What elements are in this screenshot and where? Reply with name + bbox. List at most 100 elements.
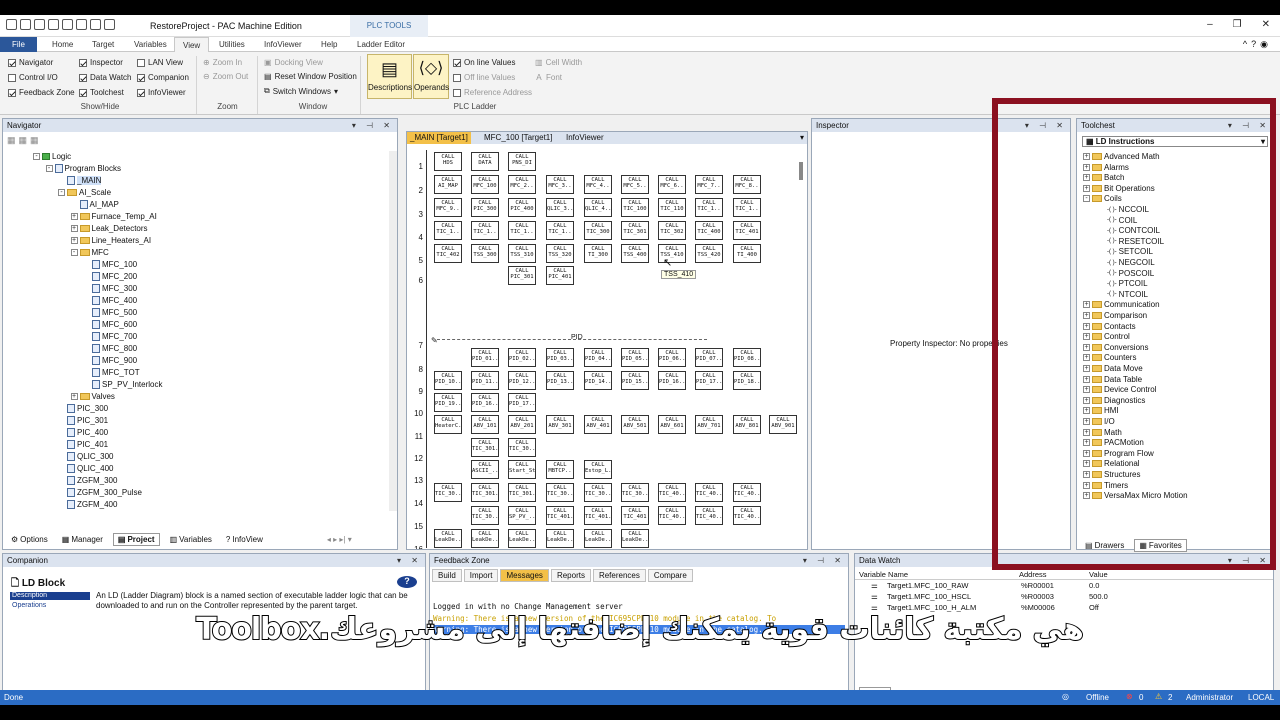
call-block[interactable]: CALL PID_14..: [584, 371, 612, 390]
call-block[interactable]: CALL ABV_901: [769, 415, 797, 434]
tree-item[interactable]: MFC_300: [83, 283, 137, 294]
tab-options[interactable]: ⚙ Options: [7, 533, 52, 546]
call-block[interactable]: CALL LeakDe..: [471, 529, 499, 548]
zoom-out-button[interactable]: ⊖ Zoom Out: [203, 72, 248, 81]
call-block[interactable]: CALL TIC_30..: [434, 483, 462, 502]
call-block[interactable]: CALL ABV_201: [508, 415, 536, 434]
call-block[interactable]: CALL DATA: [471, 152, 499, 171]
call-block[interactable]: CALL TIC_100: [621, 198, 649, 217]
font-button[interactable]: Ａ Font: [535, 72, 562, 83]
tab-help[interactable]: Help: [313, 37, 345, 52]
call-block[interactable]: CALL TIC_1..: [508, 221, 536, 240]
call-block[interactable]: CALL TIC_301..: [471, 483, 499, 502]
call-block[interactable]: CALL MFC_3..: [546, 175, 574, 194]
tree-item[interactable]: MFC_TOT: [83, 367, 140, 378]
call-block[interactable]: CALL TIC_30..: [508, 438, 536, 457]
call-block[interactable]: CALL PID_16..: [471, 393, 499, 412]
tab-messages[interactable]: Messages: [500, 569, 549, 582]
ribbon-help-icons[interactable]: ^?◉: [1243, 39, 1272, 50]
online-values-checkbox[interactable]: On line Values: [453, 58, 515, 67]
infoviewer-checkbox[interactable]: InfoViewer: [137, 88, 186, 97]
call-block[interactable]: CALL LeakDe..: [508, 529, 536, 548]
call-block[interactable]: CALL TIC_400: [695, 221, 723, 240]
call-block[interactable]: CALL TIC_401..: [546, 506, 574, 525]
tab-infoview[interactable]: ? InfoView: [222, 533, 267, 546]
call-block[interactable]: CALL TI_300: [584, 244, 612, 263]
call-block[interactable]: CALL TIC_302: [658, 221, 686, 240]
tree-item[interactable]: PIC_401: [58, 439, 108, 450]
call-block[interactable]: CALL MBTCP..: [546, 460, 574, 479]
call-block[interactable]: CALL ABV_401: [584, 415, 612, 434]
call-block[interactable]: CALL MFC_5..: [621, 175, 649, 194]
call-block[interactable]: CALLStart_St..: [508, 460, 536, 479]
tree-item[interactable]: - Program Blocks: [45, 163, 121, 174]
call-block[interactable]: CALL PID_03..: [546, 348, 574, 367]
tree-item[interactable]: ZGFM_300: [58, 475, 117, 486]
call-block[interactable]: CALL PID_13..: [546, 371, 574, 390]
call-block[interactable]: CALL MFC_7..: [695, 175, 723, 194]
call-block[interactable]: CALL PID_17..: [695, 371, 723, 390]
call-block[interactable]: CALL PID_02..: [508, 348, 536, 367]
call-block[interactable]: CALL PID_08..: [733, 348, 761, 367]
call-block[interactable]: CALL PID_12..: [508, 371, 536, 390]
feedback-message[interactable]: Logged in with no Change Management serv…: [433, 602, 623, 611]
call-block[interactable]: CALL PID_05..: [621, 348, 649, 367]
call-block[interactable]: CALL PID_04..: [584, 348, 612, 367]
call-block[interactable]: CALL ABV_301: [546, 415, 574, 434]
call-block[interactable]: CALL ABV_701: [695, 415, 723, 434]
collapse-icon[interactable]: -: [70, 249, 78, 256]
minimize-icon[interactable]: –: [1207, 19, 1213, 30]
collapse-icon[interactable]: -: [33, 153, 40, 160]
call-block[interactable]: CALL TIC_1..: [733, 198, 761, 217]
tree-item[interactable]: AI_MAP: [71, 199, 119, 210]
call-block[interactable]: CALL Estop_L..: [584, 460, 612, 479]
tree-item[interactable]: PIC_300: [58, 403, 108, 414]
tree-item[interactable]: + Furnace_Temp_AI: [70, 211, 157, 222]
operands-button[interactable]: ⟨◇⟩ Operands: [413, 54, 449, 99]
tree-item[interactable]: MFC_900: [83, 355, 137, 366]
collapse-icon[interactable]: -: [45, 165, 53, 172]
call-block[interactable]: CALL LeakDe..: [546, 529, 574, 548]
navigator-toolbar-icons[interactable]: ▦▦▦: [7, 135, 42, 146]
tab-manager[interactable]: ▦ Manager: [58, 533, 107, 546]
tab-ladder-editor[interactable]: Ladder Editor: [349, 37, 413, 52]
call-block[interactable]: CALL TIC_40..: [658, 506, 686, 525]
call-block[interactable]: CALL LeakDe..: [621, 529, 649, 548]
tree-item[interactable]: - Logic: [33, 151, 71, 162]
call-block[interactable]: CALL TIC_1..: [434, 221, 462, 240]
call-block[interactable]: CALL TSS_310: [508, 244, 536, 263]
tree-item[interactable]: + Leak_Detectors: [70, 223, 148, 234]
tab-main[interactable]: _MAIN [Target1]: [407, 132, 471, 144]
call-block[interactable]: CALL PID_01..: [471, 348, 499, 367]
call-block[interactable]: CALL PID_06..: [658, 348, 686, 367]
call-block[interactable]: CALL TIC_300: [584, 221, 612, 240]
folder-icon[interactable]: [48, 19, 59, 30]
navigator-checkbox[interactable]: Navigator: [8, 58, 53, 67]
tree-item[interactable]: MFC_500: [83, 307, 137, 318]
call-block[interactable]: CALL TIC_40..: [733, 483, 761, 502]
tree-item[interactable]: MFC_200: [83, 271, 137, 282]
call-block[interactable]: CALL PID_15..: [621, 371, 649, 390]
tab-home[interactable]: Home: [44, 37, 81, 52]
description-link[interactable]: Description: [10, 592, 90, 600]
descriptions-button[interactable]: ▤ Descriptions: [367, 54, 412, 99]
tab-compare[interactable]: Compare: [647, 569, 693, 582]
tab-references[interactable]: References: [592, 569, 646, 582]
reset-window-position-button[interactable]: ▤ Reset Window Position: [264, 72, 357, 81]
save-icon[interactable]: [20, 19, 31, 30]
tree-item[interactable]: ZGFM_300_Pulse: [58, 487, 142, 498]
comment-icon[interactable]: ✎: [431, 336, 438, 345]
call-block[interactable]: CALL ABV_601: [658, 415, 686, 434]
call-block[interactable]: CALL LeakDe..: [584, 529, 612, 548]
call-block[interactable]: CALL SP_PV_..: [508, 506, 536, 525]
call-block[interactable]: CALL MFC_8..: [733, 175, 761, 194]
tab-variables[interactable]: ▥ Variables: [166, 533, 216, 546]
call-block[interactable]: CALL TIC_301: [621, 221, 649, 240]
tree-item[interactable]: QLIC_300: [58, 451, 113, 462]
print-icon[interactable]: [90, 19, 101, 30]
call-block[interactable]: CALL TSS_420: [695, 244, 723, 263]
lan-view-checkbox[interactable]: LAN View: [137, 58, 183, 67]
call-block[interactable]: CALL MFC_9..: [434, 198, 462, 217]
call-block[interactable]: CALL PIC_300: [471, 198, 499, 217]
call-block[interactable]: CALL QLIC_4..: [584, 198, 612, 217]
